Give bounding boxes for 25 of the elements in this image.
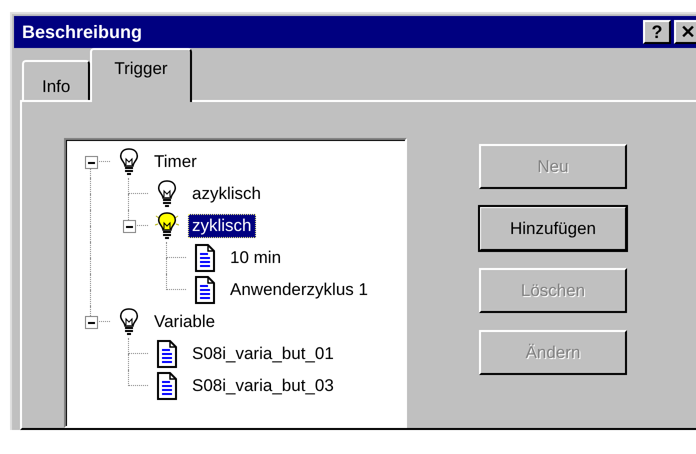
collapse-toggle[interactable]: [123, 220, 136, 233]
tab[interactable]: Info: [22, 60, 90, 100]
tab[interactable]: Trigger: [90, 48, 192, 102]
document-icon: [194, 244, 216, 272]
window-title: Beschreibung: [22, 22, 142, 42]
lightbulb-icon: [117, 308, 141, 336]
tree-item[interactable]: Anwenderzyklus 1: [226, 278, 372, 302]
dialog-button[interactable]: Hinzufügen: [479, 206, 627, 251]
tree-item[interactable]: S08i_varia_but_01: [188, 342, 338, 366]
close-button[interactable]: ✕: [674, 20, 696, 44]
lightbulb-icon: [155, 180, 179, 208]
document-icon: [156, 372, 178, 400]
collapse-toggle[interactable]: [85, 316, 98, 329]
tree-item[interactable]: azyklisch: [188, 182, 265, 206]
document-icon: [156, 340, 178, 368]
collapse-toggle[interactable]: [85, 156, 98, 169]
lightbulb-icon: [117, 148, 141, 176]
document-icon: [194, 276, 216, 304]
lit-lightbulb-icon: [155, 212, 179, 240]
tree-item[interactable]: zyklisch: [188, 214, 256, 238]
tree-item[interactable]: 10 min: [226, 246, 286, 270]
tree-item[interactable]: S08i_varia_but_03: [188, 374, 338, 398]
help-button[interactable]: ?: [643, 20, 671, 44]
tree-item[interactable]: Timer: [150, 150, 201, 174]
tree-item[interactable]: Variable: [150, 310, 220, 334]
